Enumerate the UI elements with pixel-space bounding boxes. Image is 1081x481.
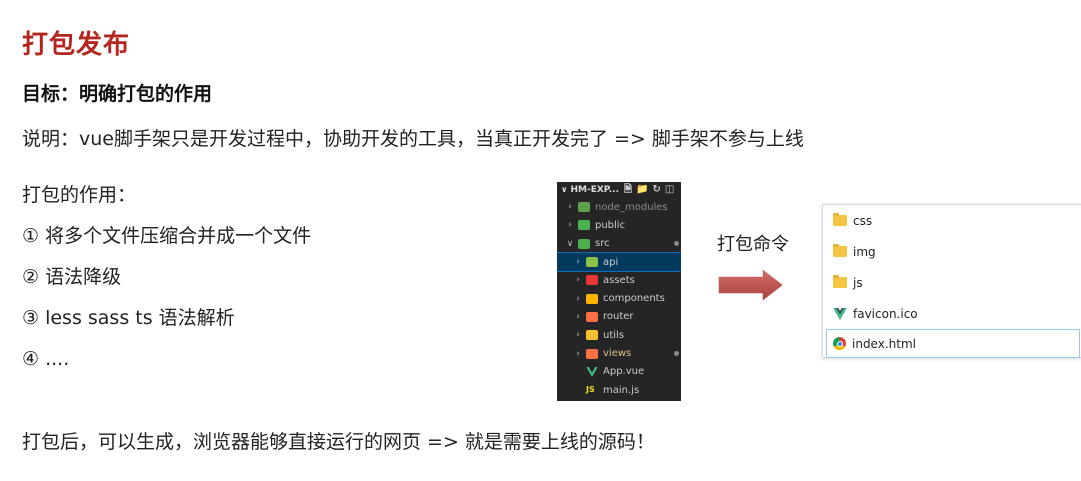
assets-folder-icon [586, 275, 598, 286]
explorer-item-label: assets [603, 274, 635, 286]
explorer-item-main-js[interactable]: JS main.js [557, 381, 681, 399]
public-folder-icon [578, 220, 590, 231]
file-name: css [853, 213, 873, 228]
chevron-right-icon: › [568, 202, 572, 213]
file-tree: › node_modules › public ∨ src › api › assets › comp… [557, 198, 681, 399]
explorer-item-components[interactable]: › components [557, 289, 681, 307]
chevron-right-icon: › [576, 330, 580, 341]
file-row-img[interactable]: img [823, 236, 1081, 267]
goal-heading: 目标：明确打包的作用 [22, 83, 213, 105]
file-name: index.html [852, 336, 916, 351]
purpose-title: 打包的作用： [22, 184, 137, 206]
components-folder-icon [586, 293, 598, 304]
explorer-item-app-vue[interactable]: App.vue [557, 363, 681, 381]
explorer-item-label: api [603, 256, 619, 268]
collapse-icon[interactable]: ◫ [665, 182, 674, 198]
explorer-item-label: node_modules [595, 201, 668, 213]
dist-file-list: css img js favicon.ico index.html [822, 204, 1081, 358]
vue-logo-icon [833, 307, 847, 320]
vue-file-icon [586, 366, 598, 377]
chevron-down-icon[interactable]: ∨ [561, 182, 568, 198]
explorer-item-label: router [603, 311, 634, 323]
explorer-header: ∨ HM-EXP... 🗎 📁 ↻ ◫ [557, 182, 681, 198]
chevron-right-icon: › [576, 257, 580, 268]
explorer-item-views[interactable]: › views [557, 344, 681, 362]
explorer-item-utils[interactable]: › utils [557, 326, 681, 344]
refresh-icon[interactable]: ↻ [653, 182, 661, 198]
chevron-right-icon: › [576, 311, 580, 322]
explorer-item-node_modules[interactable]: › node_modules [557, 198, 681, 216]
router-folder-icon [586, 311, 598, 322]
js-file-icon: JS [586, 385, 595, 395]
folder-icon [833, 275, 847, 288]
page-title: 打包发布 [22, 30, 131, 60]
file-name: js [853, 275, 863, 290]
explorer-item-src[interactable]: ∨ src [557, 235, 681, 253]
explorer-item-label: views [603, 348, 632, 360]
explorer-item-label: components [603, 293, 665, 305]
new-file-icon[interactable]: 🗎 [624, 182, 632, 198]
explorer-item-label: public [595, 219, 626, 231]
explorer-item-api[interactable]: › api [557, 251, 681, 273]
folder-icon [833, 213, 847, 226]
chrome-icon [833, 337, 846, 350]
utils-folder-icon [586, 330, 598, 341]
vscode-explorer: ∨ HM-EXP... 🗎 📁 ↻ ◫ › node_modules › public… [557, 182, 681, 401]
file-name: favicon.ico [853, 306, 918, 321]
build-command-label: 打包命令 [717, 234, 789, 255]
explorer-item-assets[interactable]: › assets [557, 271, 681, 289]
new-folder-icon[interactable]: 📁 [636, 182, 648, 198]
chevron-right-icon: › [568, 220, 572, 231]
chevron-down-icon: ∨ [566, 238, 574, 249]
explorer-title: HM-EXP... [570, 185, 620, 195]
explorer-item-public[interactable]: › public [557, 216, 681, 234]
right-arrow-icon [717, 266, 786, 304]
chevron-right-icon: › [576, 348, 580, 359]
file-row-index[interactable]: index.html [826, 329, 1080, 358]
purpose-list: ① 将多个文件压缩合并成一个文件 ② 语法降级 ③ less sass ts 语… [22, 222, 311, 386]
modified-dot-icon [674, 241, 679, 247]
description-text: 说明：vue脚手架只是开发过程中，协助开发的工具，当真正开发完了 => 脚手架不… [22, 128, 804, 150]
explorer-item-label: App.vue [603, 366, 645, 378]
purpose-item-1: ① 将多个文件压缩合并成一个文件 [22, 225, 312, 247]
folder-icon [833, 244, 847, 257]
node-folder-icon [578, 202, 590, 213]
footer-text: 打包后，可以生成，浏览器能够直接运行的网页 => 就是需要上线的源码！ [22, 431, 655, 453]
purpose-item-2: ② 语法降级 [22, 266, 122, 288]
explorer-item-label: main.js [603, 384, 640, 396]
chevron-right-icon: › [576, 275, 580, 286]
chevron-right-icon: › [576, 293, 580, 304]
file-row-js[interactable]: js [823, 267, 1081, 298]
file-row-favicon[interactable]: favicon.ico [823, 298, 1081, 329]
file-name: img [853, 244, 876, 259]
src-folder-icon [578, 238, 590, 249]
explorer-item-router[interactable]: › router [557, 308, 681, 326]
purpose-item-4: ④ .... [22, 348, 70, 370]
modified-dot-icon [674, 351, 679, 357]
purpose-item-3: ③ less sass ts 语法解析 [22, 307, 235, 329]
views-folder-icon [586, 348, 598, 359]
file-row-css[interactable]: css [823, 205, 1081, 236]
api-folder-icon [586, 257, 598, 268]
explorer-item-label: src [595, 238, 610, 250]
explorer-item-label: utils [603, 329, 625, 341]
